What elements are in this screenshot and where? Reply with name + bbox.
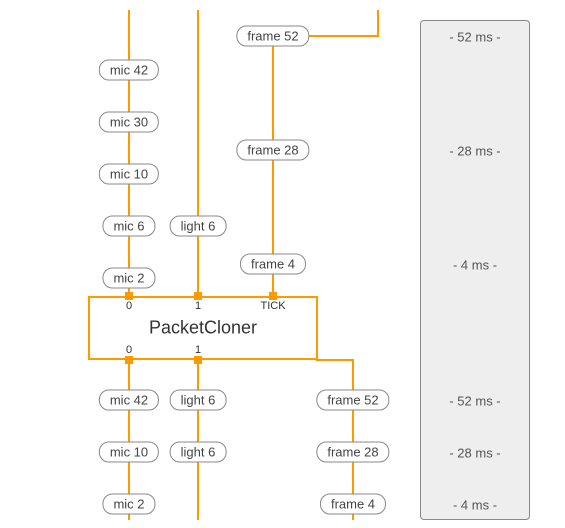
out-packet-frame-28: frame 28: [316, 442, 389, 463]
out-packet-mic-42: mic 42: [99, 390, 159, 411]
time-label-52b: - 52 ms -: [449, 394, 500, 409]
packet-mic-6: mic 6: [102, 216, 155, 237]
packet-frame-28: frame 28: [236, 140, 309, 161]
packet-mic-30: mic 30: [99, 112, 159, 133]
port-out-0-square: [125, 356, 133, 364]
out-packet-light-6-b: light 6: [170, 442, 227, 463]
wire-out1: [197, 360, 199, 520]
wire-in0: [128, 10, 130, 296]
packet-frame-4: frame 4: [240, 254, 306, 275]
time-axis: - 52 ms - - 28 ms - - 4 ms - - 52 ms - -…: [420, 20, 530, 520]
port-in-tick-label: TICK: [260, 300, 285, 312]
port-out-1-label: 1: [195, 344, 201, 356]
time-label-4b: - 4 ms -: [453, 498, 497, 513]
time-label-52: - 52 ms -: [449, 30, 500, 45]
calculator-title: PacketCloner: [149, 318, 257, 339]
diagram-canvas: { "chart_data": { "type": "diagram", "ca…: [0, 0, 565, 528]
out-packet-mic-2: mic 2: [102, 494, 155, 515]
out-packet-mic-10: mic 10: [99, 442, 159, 463]
port-out-1-square: [194, 356, 202, 364]
port-in-0-label: 0: [126, 300, 132, 312]
out-packet-frame-4: frame 4: [320, 494, 386, 515]
port-in-1-square: [194, 292, 202, 300]
packet-mic-10: mic 10: [99, 164, 159, 185]
packet-frame-52: frame 52: [236, 26, 309, 47]
port-in-1-label: 1: [195, 300, 201, 312]
time-label-28b: - 28 ms -: [449, 446, 500, 461]
wire-tick-right-v: [377, 10, 379, 37]
packet-light-6: light 6: [170, 216, 227, 237]
out-packet-frame-52: frame 52: [316, 390, 389, 411]
out-packet-light-6-a: light 6: [170, 390, 227, 411]
time-label-28: - 28 ms -: [449, 144, 500, 159]
port-in-tick-square: [269, 292, 277, 300]
port-out-0-label: 0: [126, 344, 132, 356]
time-label-4: - 4 ms -: [453, 258, 497, 273]
wire-sync-h: [316, 359, 354, 361]
packet-mic-2: mic 2: [102, 268, 155, 289]
wire-in1: [197, 10, 199, 296]
port-in-0-square: [125, 292, 133, 300]
packet-mic-42: mic 42: [99, 60, 159, 81]
